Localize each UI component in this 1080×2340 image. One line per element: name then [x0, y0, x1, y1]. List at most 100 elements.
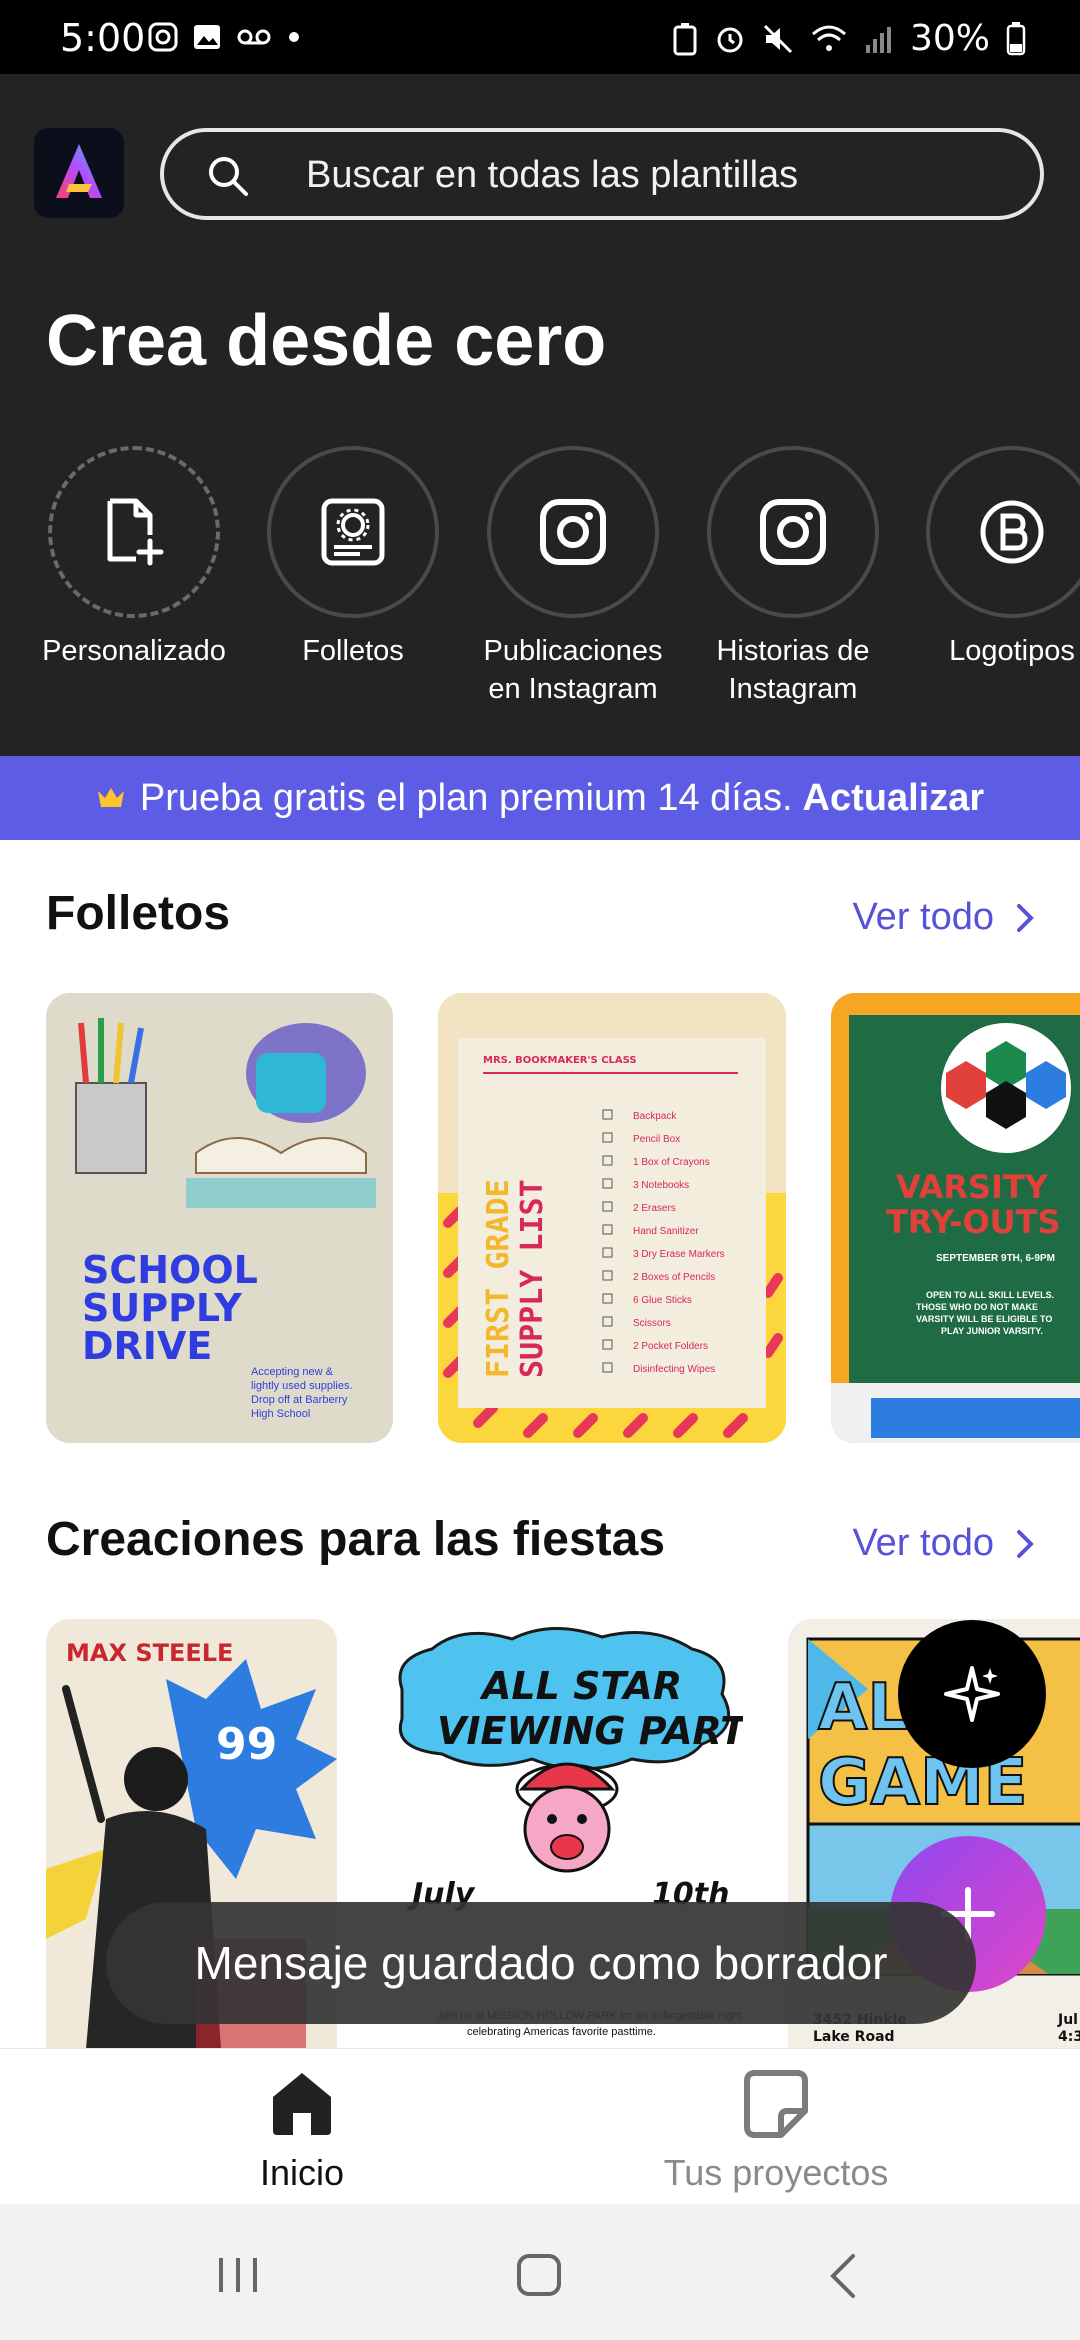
template-thumbnail-supply-list: MRS. BOOKMAKER'S CLASS FIRST GRADE SUPPL… — [438, 993, 786, 1443]
flyer-icon — [321, 498, 385, 566]
see-all-label: Ver todo — [852, 896, 994, 938]
search-placeholder: Buscar en todas las plantillas — [306, 154, 799, 196]
create-flyer-circle — [267, 446, 439, 618]
home-system-icon[interactable] — [515, 2252, 563, 2298]
svg-text:VARSITY: VARSITY — [896, 1168, 1049, 1206]
quick-actions-button[interactable] — [898, 1620, 1046, 1768]
create-logo[interactable]: Logotipos — [907, 446, 1080, 670]
svg-text:MAX STEELE: MAX STEELE — [66, 1639, 233, 1667]
battery-icon — [1006, 21, 1026, 55]
party-section-header: Creaciones para las fiestas Ver todo — [0, 1512, 1080, 1592]
create-label: Folletos — [302, 635, 404, 667]
svg-text:Disinfecting Wipes: Disinfecting Wipes — [633, 1364, 715, 1375]
svg-text:DRIVE: DRIVE — [82, 1324, 212, 1368]
svg-text:3 Notebooks: 3 Notebooks — [633, 1180, 689, 1191]
crown-icon — [97, 788, 124, 807]
svg-text:OPEN TO ALL SKILL LEVELS.: OPEN TO ALL SKILL LEVELS. — [926, 1290, 1054, 1300]
nav-projects[interactable]: Tus proyectos — [626, 2067, 926, 2194]
dot-icon — [289, 32, 299, 42]
search-icon — [209, 157, 248, 196]
voicemail-icon — [237, 29, 271, 45]
svg-text:SEPTEMBER 9TH, 6-9PM: SEPTEMBER 9TH, 6-9PM — [936, 1253, 1055, 1264]
create-custom-size[interactable]: Personalizado — [29, 446, 239, 670]
system-navigation-bar — [0, 2204, 1080, 2340]
back-icon[interactable] — [825, 2252, 859, 2300]
svg-text:ALL STAR: ALL STAR — [479, 1664, 682, 1708]
create-instagram-story-circle — [707, 446, 879, 618]
svg-text:Lake Road: Lake Road — [813, 2029, 895, 2045]
search-input[interactable]: Buscar en todas las plantillas — [160, 128, 1044, 220]
create-from-scratch-title: Crea desde cero — [46, 301, 607, 381]
svg-text:1 Box of Crayons: 1 Box of Crayons — [633, 1157, 710, 1168]
svg-text:Scissors: Scissors — [633, 1318, 671, 1329]
svg-text:2 Pocket Folders: 2 Pocket Folders — [633, 1341, 708, 1352]
svg-text:celebrating Americas favorite: celebrating Americas favorite pasttime. — [467, 2026, 656, 2038]
system-status-icons: 30% — [672, 18, 1026, 59]
svg-text:High School: High School — [251, 1408, 310, 1420]
create-instagram-post-circle — [487, 446, 659, 618]
instagram-icon — [540, 499, 606, 565]
battery-saver-icon — [673, 22, 697, 55]
status-bar: 5:00 30% — [0, 0, 1080, 74]
create-options-row: Personalizado Folletos Publicaciones en … — [0, 446, 1080, 736]
see-all-flyers-link[interactable]: Ver todo — [852, 896, 1034, 939]
projects-icon — [744, 2070, 808, 2138]
bottom-navigation: Inicio Tus proyectos — [0, 2048, 1080, 2204]
wifi-icon — [811, 25, 846, 51]
instagram-icon — [760, 499, 826, 565]
create-logo-circle — [926, 446, 1080, 618]
create-instagram-story[interactable]: Historias de Instagram — [688, 446, 898, 708]
create-label: Publicaciones en Instagram — [483, 635, 663, 705]
file-plus-icon — [107, 498, 164, 566]
svg-text:2 Boxes of Pencils: 2 Boxes of Pencils — [633, 1272, 715, 1283]
svg-text:Accepting new &: Accepting new & — [251, 1366, 334, 1378]
nav-home[interactable]: Inicio — [152, 2067, 452, 2194]
recent-apps-icon[interactable] — [215, 2254, 261, 2296]
template-thumbnail-school-supply: SCHOOL SUPPLY DRIVE Accepting new & ligh… — [46, 993, 393, 1443]
gallery-notification-icon — [194, 25, 220, 49]
upgrade-link[interactable]: Actualizar — [803, 777, 985, 820]
svg-text:3 Dry Erase Markers: 3 Dry Erase Markers — [633, 1249, 725, 1260]
section-title: Folletos — [46, 887, 231, 940]
create-instagram-post[interactable]: Publicaciones en Instagram — [468, 446, 678, 708]
draft-saved-toast: Mensaje guardado como borrador — [106, 1902, 976, 2024]
battery-percentage: 30% — [909, 18, 990, 59]
svg-text:VARSITY WILL BE ELIGIBLE TO: VARSITY WILL BE ELIGIBLE TO — [916, 1314, 1052, 1324]
template-card-school-supply-drive[interactable]: SCHOOL SUPPLY DRIVE Accepting new & ligh… — [46, 993, 393, 1443]
status-time: 5:00 — [60, 16, 146, 60]
notification-icons — [148, 22, 302, 52]
svg-text:TRY-OUTS: TRY-OUTS — [886, 1203, 1061, 1241]
svg-text:SUPPLY LIST: SUPPLY LIST — [515, 1179, 550, 1378]
svg-text:4:3: 4:3 — [1058, 2029, 1080, 2045]
chevron-right-icon — [1017, 1529, 1034, 1558]
adobe-express-logo-icon — [56, 144, 102, 198]
alarm-icon — [717, 27, 743, 52]
svg-text:Pencil Box: Pencil Box — [633, 1134, 680, 1145]
svg-text:FIRST GRADE: FIRST GRADE — [481, 1179, 516, 1378]
svg-text:lightly used supplies.: lightly used supplies. — [251, 1380, 353, 1392]
create-flyer[interactable]: Folletos — [248, 446, 458, 670]
svg-text:VIEWING PARTY: VIEWING PARTY — [437, 1709, 743, 1753]
premium-trial-banner[interactable]: Prueba gratis el plan premium 14 días. A… — [0, 756, 1080, 840]
svg-text:6 Glue Sticks: 6 Glue Sticks — [633, 1295, 692, 1306]
svg-text:MRS. BOOKMAKER'S CLASS: MRS. BOOKMAKER'S CLASS — [483, 1055, 637, 1066]
template-card-supply-list[interactable]: MRS. BOOKMAKER'S CLASS FIRST GRADE SUPPL… — [438, 993, 786, 1443]
section-title: Creaciones para las fiestas — [46, 1513, 666, 1566]
promo-text: Prueba gratis el plan premium 14 días. — [139, 776, 793, 819]
svg-text:2 Erasers: 2 Erasers — [633, 1203, 676, 1214]
chevron-right-icon — [1017, 903, 1034, 932]
home-icon — [273, 2073, 331, 2135]
template-card-varsity-tryouts[interactable]: VARSITY TRY-OUTS SEPTEMBER 9TH, 6-9PM OP… — [831, 993, 1080, 1443]
adobe-express-logo[interactable] — [34, 128, 124, 218]
svg-text:Backpack: Backpack — [633, 1111, 677, 1122]
flyers-section-header: Folletos Ver todo — [0, 886, 1080, 966]
instagram-notification-icon — [148, 22, 178, 52]
see-all-party-link[interactable]: Ver todo — [852, 1522, 1034, 1565]
create-label: Personalizado — [42, 635, 226, 667]
signal-icon — [865, 26, 891, 53]
svg-text:Jul: Jul — [1057, 2012, 1078, 2028]
logo-b-icon — [980, 500, 1044, 564]
svg-text:Hand Sanitizer: Hand Sanitizer — [633, 1226, 699, 1237]
template-thumbnail-varsity: VARSITY TRY-OUTS SEPTEMBER 9TH, 6-9PM OP… — [831, 993, 1080, 1443]
create-custom-circle — [48, 446, 220, 618]
